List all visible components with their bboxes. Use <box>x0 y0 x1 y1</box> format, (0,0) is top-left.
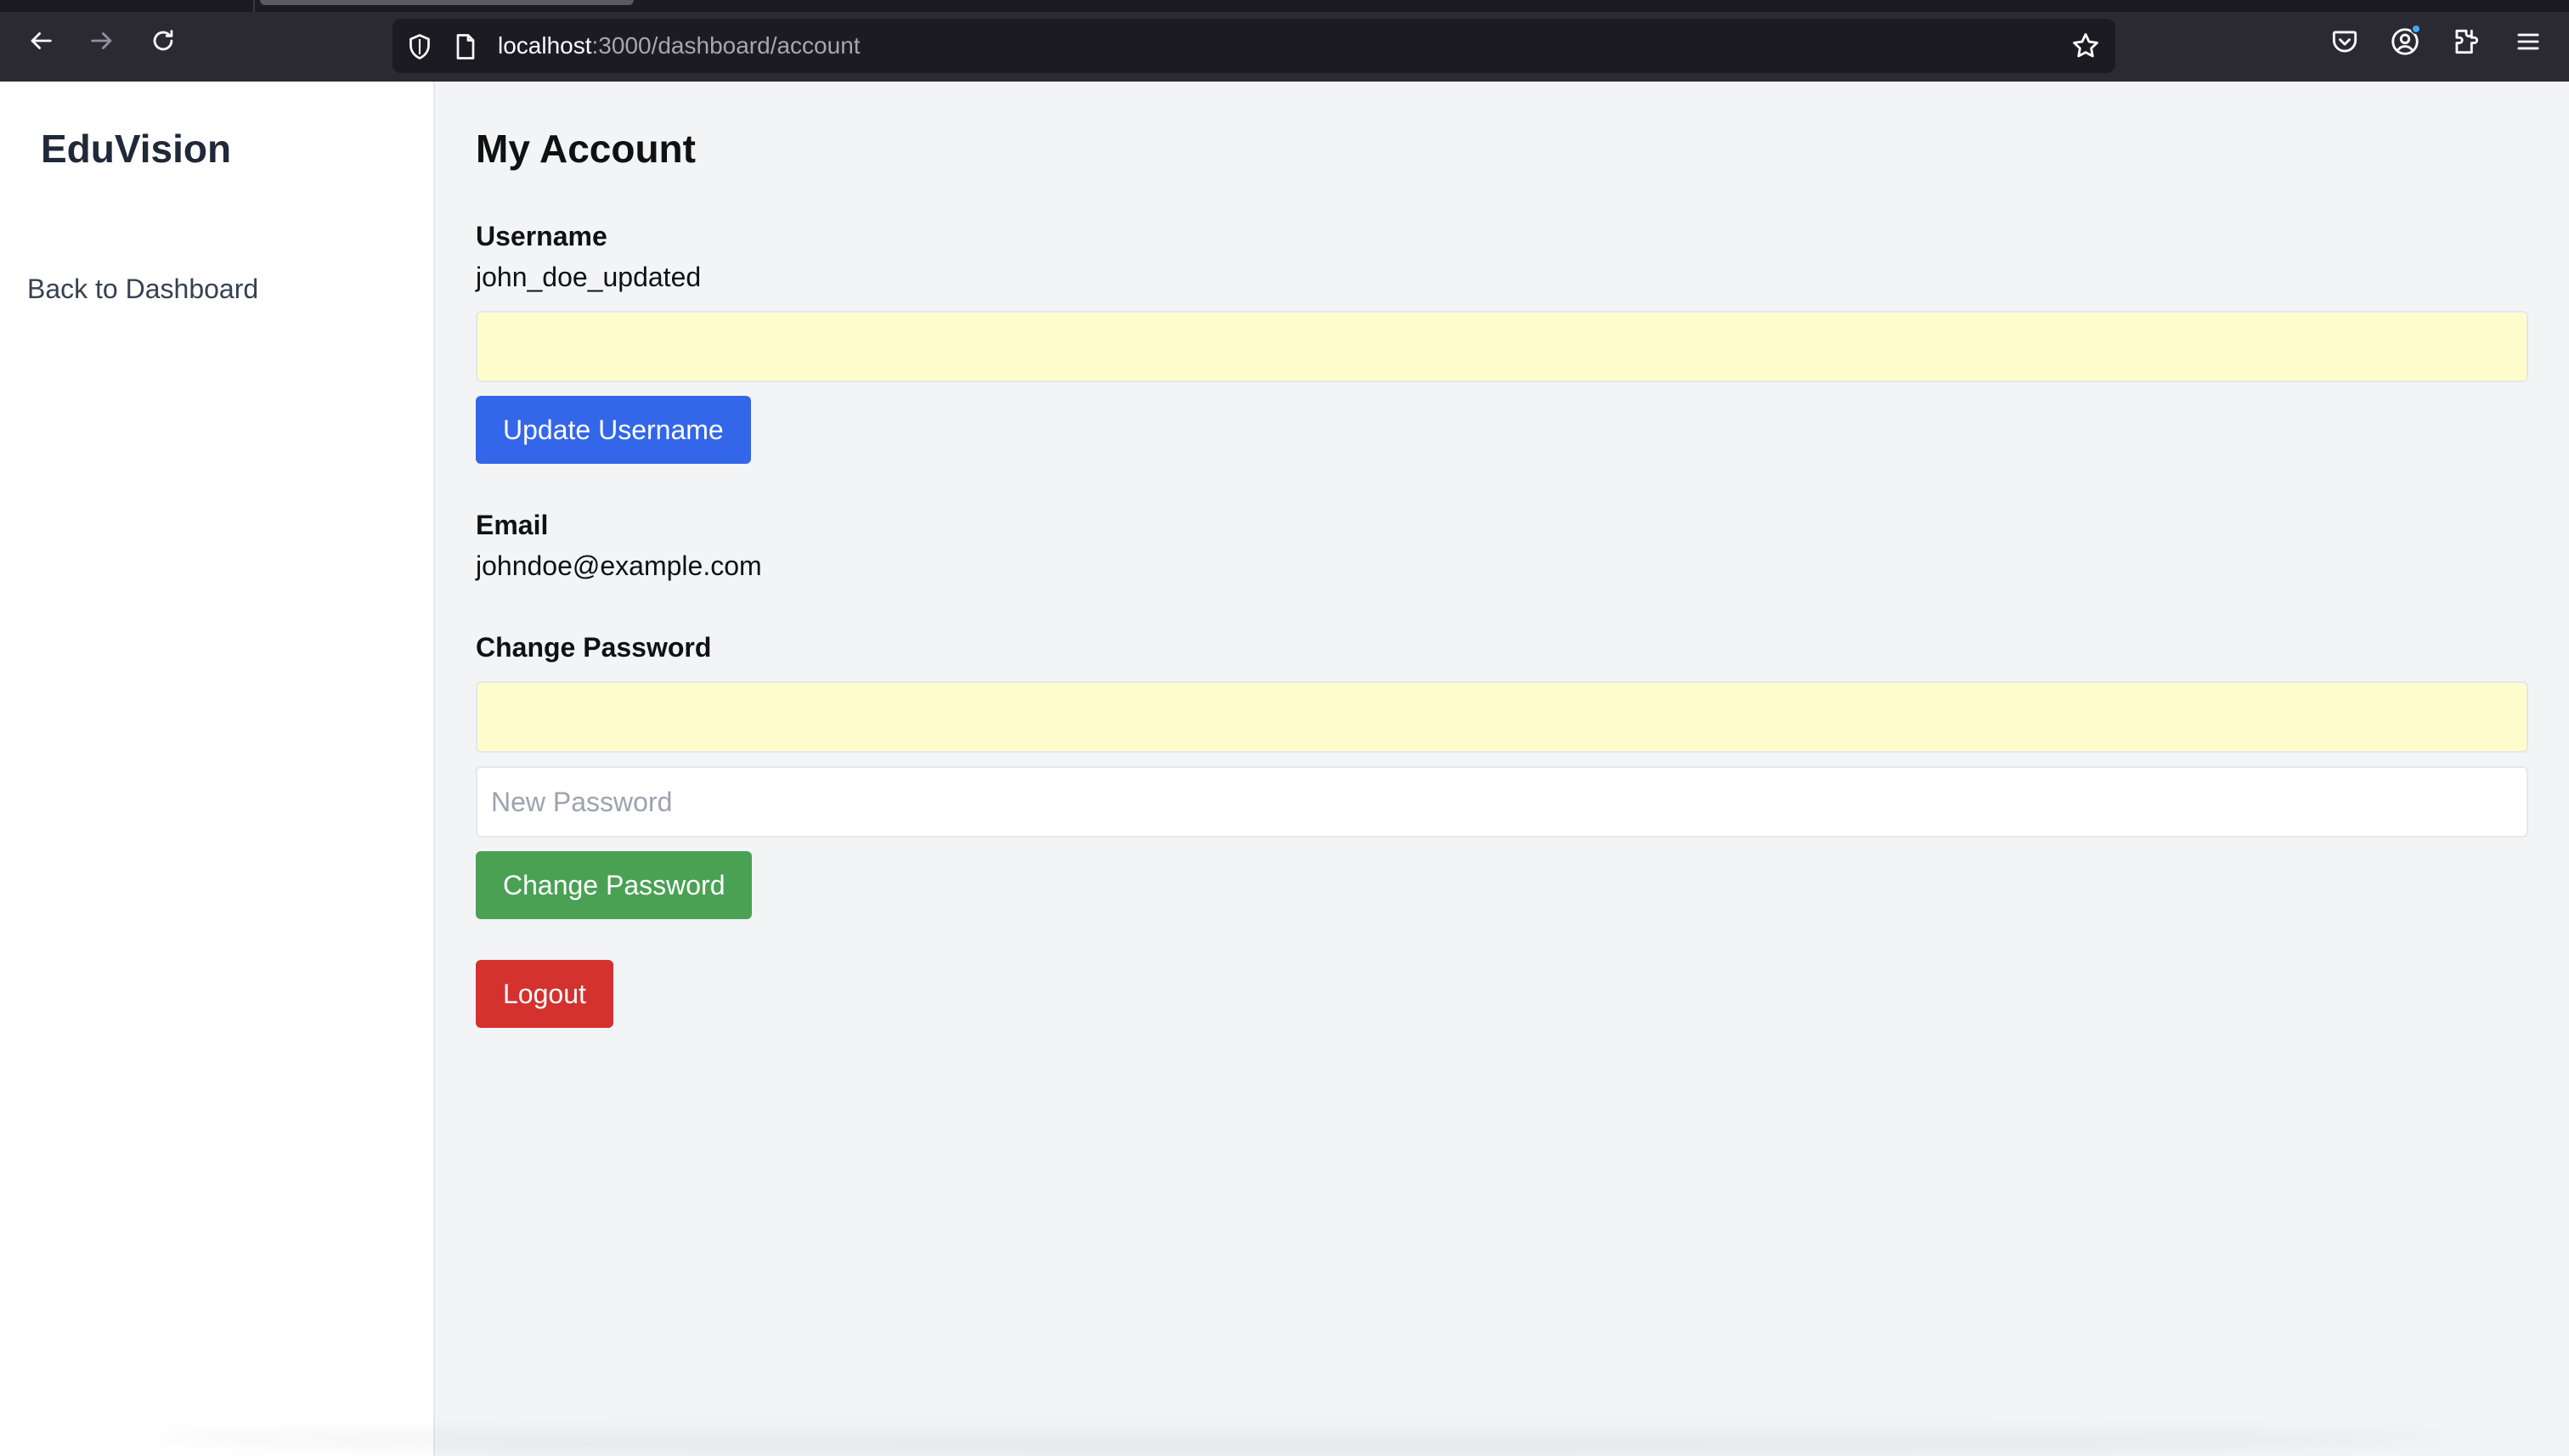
brand-logo-text: EduVision <box>41 127 232 171</box>
url-host: localhost <box>498 32 592 59</box>
active-tab[interactable] <box>260 0 634 5</box>
username-label: Username <box>476 221 607 251</box>
back-button[interactable] <box>24 24 58 58</box>
back-to-dashboard-link[interactable]: Back to Dashboard <box>27 274 258 305</box>
browser-toolbar: localhost:3000/dashboard/account <box>0 0 2569 82</box>
page-icon[interactable] <box>450 31 481 62</box>
arrow-left-icon <box>31 32 52 49</box>
pocket-button[interactable] <box>2329 25 2361 58</box>
account-main: My Account Username john_doe_updated Upd… <box>437 82 2569 1456</box>
username-input[interactable] <box>476 311 2528 382</box>
url-bar[interactable]: localhost:3000/dashboard/account <box>392 19 2115 73</box>
account-button[interactable] <box>2389 24 2421 58</box>
change-password-button[interactable]: Change Password <box>476 851 753 919</box>
current-password-input[interactable] <box>476 681 2528 753</box>
url-path: :3000/dashboard/account <box>591 32 861 59</box>
notification-dot <box>2411 24 2421 34</box>
email-value: johndoe@example.com <box>476 550 762 581</box>
sidebar: EduVision Back to Dashboard <box>0 82 435 1456</box>
hamburger-menu-icon <box>2517 33 2539 50</box>
menu-button[interactable] <box>2512 25 2544 58</box>
forward-button[interactable] <box>85 24 119 58</box>
reload-icon <box>153 30 173 51</box>
pocket-icon <box>2332 31 2357 53</box>
email-label: Email <box>476 510 549 540</box>
update-username-button[interactable]: Update Username <box>476 396 751 464</box>
logout-button[interactable]: Logout <box>476 960 613 1028</box>
puzzle-icon <box>2455 29 2479 54</box>
url-text[interactable]: localhost:3000/dashboard/account <box>498 19 861 73</box>
window-bottom-shadow <box>153 1419 2447 1456</box>
page-title: My Account <box>476 127 696 171</box>
arrow-right-icon <box>91 32 112 49</box>
tab-divider <box>253 0 255 12</box>
reload-button[interactable] <box>146 24 180 58</box>
extensions-button[interactable] <box>2450 25 2482 58</box>
username-value: john_doe_updated <box>476 262 702 292</box>
star-icon[interactable] <box>2069 30 2102 62</box>
shield-icon[interactable] <box>404 31 435 62</box>
change-password-label: Change Password <box>476 632 712 663</box>
new-password-input[interactable] <box>476 766 2528 838</box>
